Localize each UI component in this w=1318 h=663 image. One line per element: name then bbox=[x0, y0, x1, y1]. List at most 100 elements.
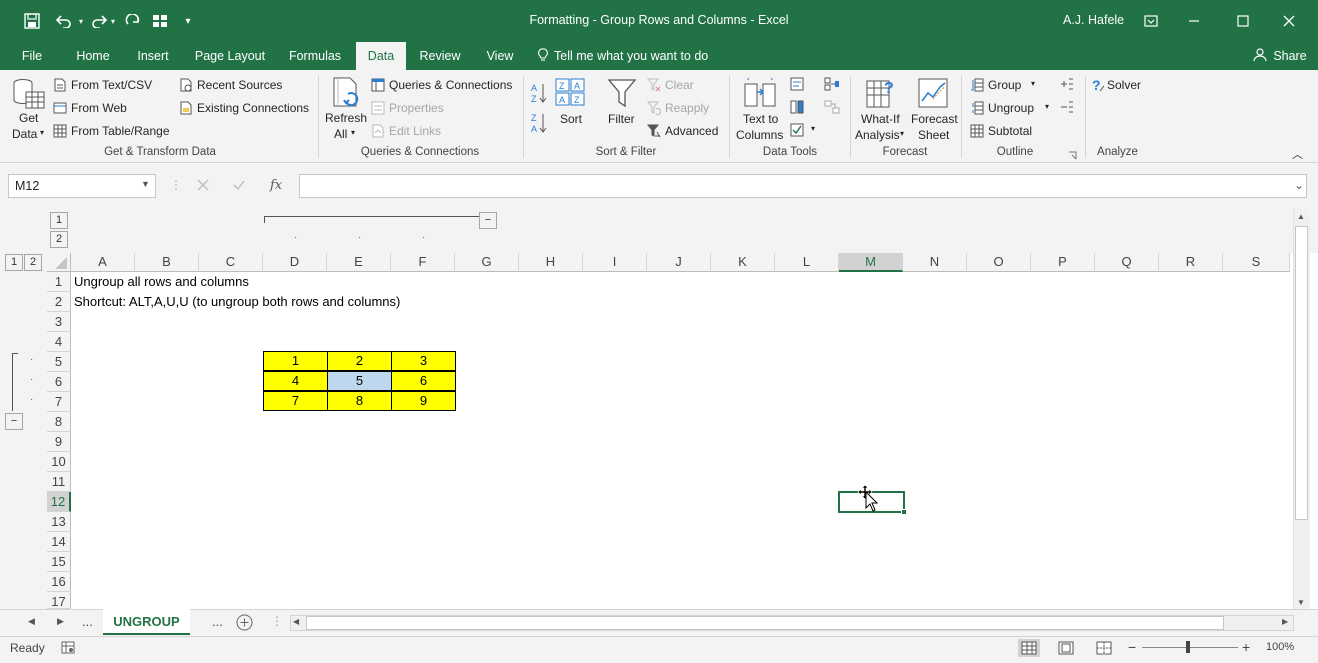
remove-duplicates-icon[interactable] bbox=[790, 100, 806, 114]
data-validation-dropdown-icon[interactable]: ▾ bbox=[811, 124, 815, 133]
insert-function-button[interactable]: fx bbox=[270, 178, 282, 193]
collapse-ribbon-icon[interactable]: ︿ bbox=[1292, 146, 1303, 162]
existing-connections-button[interactable]: Existing Connections bbox=[197, 101, 309, 115]
row-header-7[interactable]: 7 bbox=[47, 392, 71, 412]
row-header-6[interactable]: 6 bbox=[47, 372, 71, 392]
row-outline-level-2[interactable]: 2 bbox=[24, 254, 42, 271]
tab-view[interactable]: View bbox=[480, 42, 520, 70]
get-data-icon[interactable] bbox=[10, 76, 46, 112]
expand-formula-bar-icon[interactable]: ⌄ bbox=[1294, 178, 1304, 192]
sort-a-to-z-icon[interactable]: AZ bbox=[531, 82, 547, 104]
name-box-dropdown-icon[interactable]: ▼ bbox=[141, 179, 150, 189]
column-header-c[interactable]: C bbox=[199, 253, 263, 272]
tab-data[interactable]: Data bbox=[356, 42, 406, 70]
table-cell-e7[interactable]: 8 bbox=[327, 391, 392, 411]
row-header-17[interactable]: 17 bbox=[47, 592, 71, 609]
row-header-2[interactable]: 2 bbox=[47, 292, 71, 312]
column-header-a[interactable]: A bbox=[71, 253, 135, 272]
vertical-scroll-thumb[interactable] bbox=[1295, 226, 1308, 520]
table-cell-e5[interactable]: 2 bbox=[327, 351, 392, 371]
sort-button[interactable]: Sort bbox=[560, 112, 582, 126]
refresh-all-label-1[interactable]: Refresh bbox=[325, 111, 367, 125]
horizontal-scroll-thumb[interactable] bbox=[306, 616, 1224, 630]
fill-handle[interactable] bbox=[901, 509, 907, 515]
page-break-preview-icon[interactable] bbox=[1096, 641, 1112, 658]
share-button[interactable]: Share bbox=[1250, 42, 1310, 70]
text-to-columns-icon[interactable] bbox=[744, 72, 776, 108]
row-header-13[interactable]: 13 bbox=[47, 512, 71, 532]
cell-a2[interactable]: Shortcut: ALT,A,U,U (to ungroup both row… bbox=[74, 294, 400, 309]
text-to-columns-label-1[interactable]: Text to bbox=[743, 112, 778, 126]
sort-z-to-a-icon[interactable]: ZA bbox=[531, 112, 547, 134]
row-header-12[interactable]: 12 bbox=[47, 492, 71, 512]
flash-fill-icon[interactable] bbox=[790, 77, 806, 91]
subtotal-button[interactable]: Subtotal bbox=[988, 124, 1032, 138]
row-header-1[interactable]: 1 bbox=[47, 272, 71, 292]
ribbon-display-options-icon[interactable] bbox=[1140, 0, 1162, 42]
column-header-j[interactable]: J bbox=[647, 253, 711, 272]
scroll-sheets-left-icon[interactable]: ◀ bbox=[28, 616, 35, 627]
sheet-tab-ungroup[interactable]: UNGROUP bbox=[103, 609, 190, 635]
from-table-range-button[interactable]: From Table/Range bbox=[71, 124, 170, 138]
scroll-right-icon[interactable]: ▶ bbox=[1282, 617, 1288, 626]
zoom-slider-track[interactable] bbox=[1142, 647, 1238, 648]
from-web-button[interactable]: From Web bbox=[71, 101, 127, 115]
column-header-o[interactable]: O bbox=[967, 253, 1031, 272]
maximize-icon[interactable] bbox=[1232, 0, 1254, 42]
properties-button[interactable]: Properties bbox=[389, 101, 444, 115]
column-outline-level-2[interactable]: 2 bbox=[50, 231, 68, 248]
column-header-b[interactable]: B bbox=[135, 253, 199, 272]
column-header-h[interactable]: H bbox=[519, 253, 583, 272]
consolidate-icon[interactable] bbox=[824, 77, 842, 91]
cancel-entry-icon[interactable] bbox=[196, 178, 210, 195]
scroll-left-icon[interactable]: ◀ bbox=[293, 617, 299, 626]
what-if-dropdown-icon[interactable]: ▾ bbox=[900, 129, 904, 138]
tab-page-layout[interactable]: Page Layout bbox=[190, 42, 270, 70]
name-box[interactable]: M12 bbox=[8, 174, 156, 198]
forecast-sheet-label-2[interactable]: Sheet bbox=[918, 128, 949, 142]
tab-home[interactable]: Home bbox=[70, 42, 116, 70]
sort-icon[interactable]: ZAAZ bbox=[555, 78, 585, 106]
row-header-11[interactable]: 11 bbox=[47, 472, 71, 492]
get-data-label-1[interactable]: Get bbox=[19, 111, 38, 125]
close-icon[interactable] bbox=[1278, 0, 1300, 42]
table-cell-f7[interactable]: 9 bbox=[391, 391, 456, 411]
user-name[interactable]: A.J. Hafele bbox=[1063, 13, 1124, 27]
get-data-dropdown-icon[interactable]: ▾ bbox=[40, 128, 44, 137]
table-cell-d7[interactable]: 7 bbox=[263, 391, 328, 411]
more-sheets-right[interactable]: ... bbox=[212, 614, 223, 629]
column-header-f[interactable]: F bbox=[391, 253, 455, 272]
row-header-5[interactable]: 5 bbox=[47, 352, 71, 372]
zoom-out-button[interactable]: − bbox=[1128, 639, 1136, 655]
zoom-in-button[interactable]: + bbox=[1242, 639, 1250, 655]
scroll-up-icon[interactable]: ▲ bbox=[1297, 212, 1305, 221]
edit-links-button[interactable]: Edit Links bbox=[389, 124, 441, 138]
tell-me-box[interactable]: Tell me what you want to do bbox=[538, 42, 718, 70]
row-header-9[interactable]: 9 bbox=[47, 432, 71, 452]
column-header-p[interactable]: P bbox=[1031, 253, 1095, 272]
what-if-label-1[interactable]: What-If bbox=[861, 112, 900, 126]
row-group-collapse-button[interactable]: − bbox=[5, 413, 23, 430]
reapply-button[interactable]: Reapply bbox=[665, 101, 709, 115]
clear-button[interactable]: Clear bbox=[665, 78, 694, 92]
cell-a1[interactable]: Ungroup all rows and columns bbox=[74, 274, 249, 289]
minimize-icon[interactable] bbox=[1183, 0, 1205, 42]
row-header-16[interactable]: 16 bbox=[47, 572, 71, 592]
ungroup-dropdown-icon[interactable]: ▾ bbox=[1045, 102, 1049, 111]
row-header-14[interactable]: 14 bbox=[47, 532, 71, 552]
filter-icon[interactable] bbox=[607, 78, 637, 108]
row-header-15[interactable]: 15 bbox=[47, 552, 71, 572]
refresh-dropdown-icon[interactable]: ▾ bbox=[351, 128, 355, 137]
normal-view-button[interactable] bbox=[1018, 639, 1040, 657]
get-data-label-2[interactable]: Data bbox=[12, 127, 37, 141]
data-validation-icon[interactable] bbox=[790, 123, 806, 137]
what-if-analysis-icon[interactable]: ? bbox=[866, 77, 896, 109]
table-cell-f6[interactable]: 6 bbox=[391, 371, 456, 391]
table-cell-d5[interactable]: 1 bbox=[263, 351, 328, 371]
table-cell-d6[interactable]: 4 bbox=[263, 371, 328, 391]
column-outline-level-1[interactable]: 1 bbox=[50, 212, 68, 229]
row-header-3[interactable]: 3 bbox=[47, 312, 71, 332]
column-header-d[interactable]: D bbox=[263, 253, 327, 272]
show-detail-icon[interactable] bbox=[1060, 77, 1076, 91]
column-header-m[interactable]: M bbox=[839, 253, 903, 272]
